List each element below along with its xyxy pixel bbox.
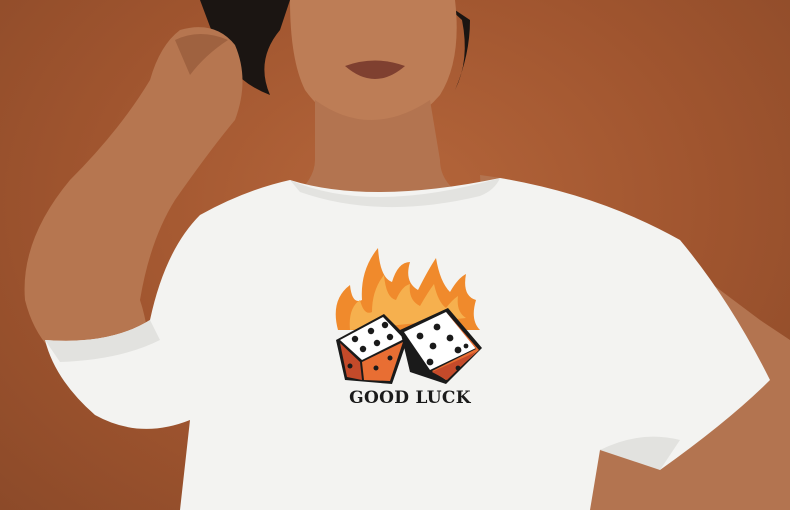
product-photo: GOOD LUCK xyxy=(0,0,790,510)
model-illustration xyxy=(24,0,790,510)
shirt-print-text: GOOD LUCK xyxy=(349,388,471,408)
